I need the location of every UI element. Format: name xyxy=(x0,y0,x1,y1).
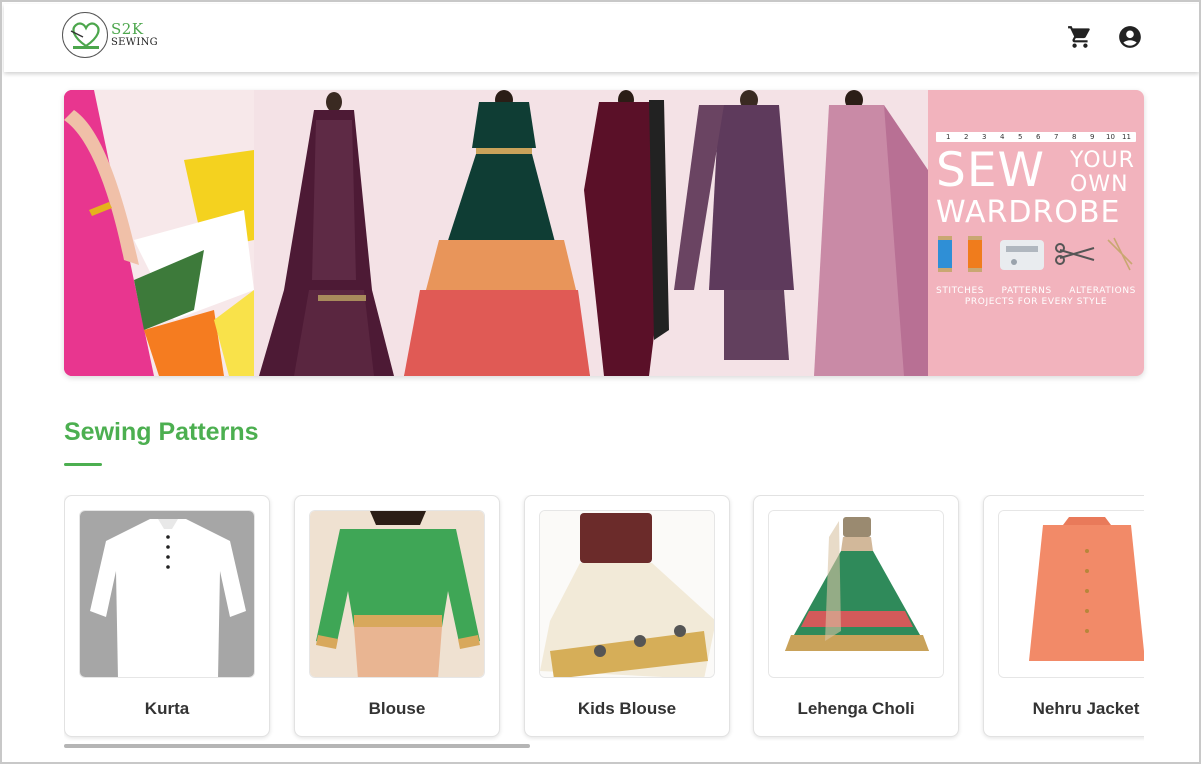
logo-text-sewing: SEWING xyxy=(111,37,158,48)
app-window: S2K SEWING 1 2 3 4 5 6 7 8 9 10 11 SEW Y… xyxy=(0,0,1201,764)
pattern-card-kids-blouse[interactable]: Kids Blouse xyxy=(524,495,730,737)
section-title: Sewing Patterns xyxy=(64,418,259,446)
banner-headline-sew: SEW xyxy=(936,143,1046,198)
banner-headline-own: OWN xyxy=(1070,172,1129,197)
pattern-card-label: Lehenga Choli xyxy=(797,699,915,718)
carousel-scrollbar[interactable] xyxy=(64,744,530,748)
pattern-card-label: Nehru Jacket xyxy=(1032,699,1140,718)
kids-blouse-image xyxy=(539,510,715,678)
banner-ethnic-wear-image xyxy=(254,90,928,376)
pattern-card-nehru-jacket[interactable]: Nehru Jacket xyxy=(983,495,1144,737)
kurta-image xyxy=(79,510,255,678)
top-app-bar: S2K SEWING xyxy=(4,4,1199,72)
nehru-jacket-image xyxy=(998,510,1144,678)
pattern-card-label: Blouse xyxy=(368,699,426,718)
section-title-underline xyxy=(64,463,102,466)
brand-logo[interactable]: S2K SEWING xyxy=(62,12,158,58)
lehenga-choli-image xyxy=(768,510,944,678)
account-circle-icon[interactable] xyxy=(1117,24,1143,50)
shopping-cart-icon[interactable] xyxy=(1067,24,1093,50)
banner-headline-your: YOUR xyxy=(1070,148,1135,173)
patterns-carousel[interactable]: Kurta Blouse Kids Blouse Lehenga Choli N… xyxy=(64,495,1144,741)
banner-headline-wardrobe: WARDROBE xyxy=(936,195,1121,230)
hero-banner[interactable]: 1 2 3 4 5 6 7 8 9 10 11 SEW YOUR OWN WAR… xyxy=(64,90,1144,376)
pattern-card-label: Kids Blouse xyxy=(577,699,677,718)
pattern-card-label: Kurta xyxy=(144,699,190,718)
measuring-tape-icon: 1 2 3 4 5 6 7 8 9 10 11 xyxy=(936,132,1136,142)
banner-fabric-image xyxy=(64,90,254,376)
heart-needle-logo-icon xyxy=(62,12,108,58)
banner-promo-panel: 1 2 3 4 5 6 7 8 9 10 11 SEW YOUR OWN WAR… xyxy=(928,90,1144,376)
banner-tagline: STITCHES PATTERNS ALTERATIONS xyxy=(936,286,1136,296)
logo-text-s2k: S2K xyxy=(111,20,144,38)
blouse-image xyxy=(309,510,485,678)
banner-tagline-2: PROJECTS FOR EVERY STYLE xyxy=(964,297,1108,307)
sewing-tools-icon xyxy=(936,234,1136,276)
pattern-card-kurta[interactable]: Kurta xyxy=(64,495,270,737)
pattern-card-blouse[interactable]: Blouse xyxy=(294,495,500,737)
pattern-card-lehenga-choli[interactable]: Lehenga Choli xyxy=(753,495,959,737)
